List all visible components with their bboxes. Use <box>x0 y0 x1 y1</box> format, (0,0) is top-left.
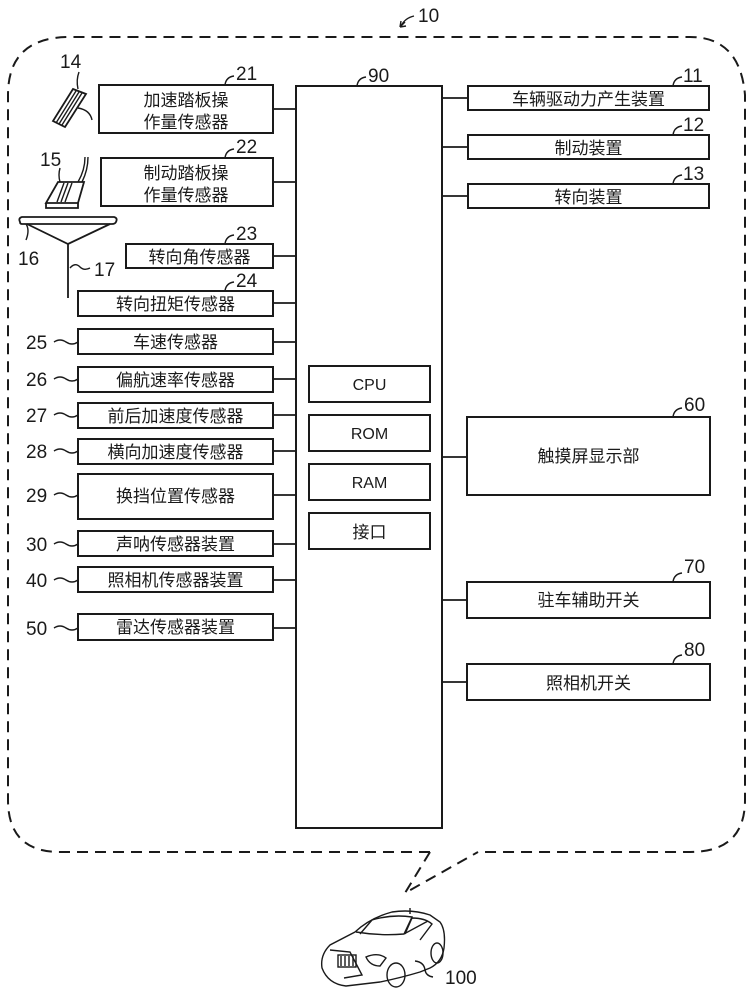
ref-label-60: 60 <box>684 395 705 416</box>
input-29: 换挡位置传感器 29 <box>26 473 296 520</box>
ref-label-30: 30 <box>26 535 47 556</box>
output-label-13: 转向装置 <box>555 188 623 208</box>
output-label-80: 照相机开关 <box>546 674 631 694</box>
output-label-11: 车辆驱动力产生装置 <box>512 90 665 110</box>
output-80: 照相机开关 80 <box>442 640 711 701</box>
ref-label-16: 16 <box>18 249 39 270</box>
input-label-40: 照相机传感器装置 <box>108 571 244 591</box>
output-70: 驻车辅助开关 70 <box>442 557 711 619</box>
input-label-26: 偏航速率传感器 <box>116 371 235 391</box>
ecu-block: 90 CPU ROM RAM 接口 <box>295 66 443 829</box>
ref-label-13: 13 <box>683 164 704 185</box>
ref-label-11: 11 <box>683 66 703 87</box>
ref-label-21: 21 <box>236 64 257 85</box>
output-label-12: 制动装置 <box>555 139 623 159</box>
steering-wheel-icon: 16 17 <box>18 216 118 298</box>
cpu-label: CPU <box>353 377 387 394</box>
input-label-29: 换挡位置传感器 <box>116 487 235 507</box>
input-26: 偏航速率传感器 26 <box>26 366 296 393</box>
input-label-50: 雷达传感器装置 <box>116 618 235 638</box>
input-label-22-line1: 制动踏板操 <box>144 164 229 184</box>
ref-label-26: 26 <box>26 370 47 391</box>
output-label-70: 驻车辅助开关 <box>538 591 640 611</box>
input-27: 前后加速度传感器 27 <box>26 402 296 429</box>
ecu-box <box>295 85 443 829</box>
leader-line <box>356 76 367 87</box>
output-label-60: 触摸屏显示部 <box>538 447 640 467</box>
output-11: 车辆驱动力产生装置 11 <box>442 66 710 111</box>
input-50: 雷达传感器装置 50 <box>26 613 296 641</box>
output-13: 转向装置 13 <box>442 164 710 209</box>
ref-label-10: 10 <box>418 6 439 27</box>
input-label-24: 转向扭矩传感器 <box>116 295 235 315</box>
ref-label-90: 90 <box>368 66 389 87</box>
block-diagram: 10 90 CPU ROM RAM 接口 加速踏板操 作量传感器 21 制动踏板… <box>7 6 746 989</box>
input-23: 转向角传感器 23 <box>125 224 296 269</box>
ref-label-15: 15 <box>40 150 61 171</box>
ref-label-50: 50 <box>26 619 47 640</box>
input-22: 制动踏板操 作量传感器 22 <box>100 137 296 207</box>
input-label-21-line1: 加速踏板操 <box>144 91 229 111</box>
input-40: 照相机传感器装置 40 <box>26 566 296 593</box>
input-label-27: 前后加速度传感器 <box>108 407 244 427</box>
input-28: 横向加速度传感器 28 <box>26 438 296 465</box>
ref-label-29: 29 <box>26 486 47 507</box>
ref-label-24: 24 <box>236 271 258 292</box>
input-label-23: 转向角传感器 <box>149 248 251 268</box>
interface-label: 接口 <box>353 523 387 543</box>
input-label-28: 横向加速度传感器 <box>108 443 244 463</box>
input-label-22-line2: 作量传感器 <box>144 186 229 206</box>
ref-label-80: 80 <box>684 640 705 661</box>
ref-label-28: 28 <box>26 442 47 463</box>
ref-label-100: 100 <box>445 968 477 989</box>
ref-label-12: 12 <box>683 115 704 136</box>
input-30: 声呐传感器装置 30 <box>26 530 296 557</box>
ref-label-40: 40 <box>26 571 47 592</box>
brake-pedal-icon: 15 <box>40 150 89 209</box>
arrow-icon <box>399 15 415 28</box>
input-label-30: 声呐传感器装置 <box>116 535 235 555</box>
ref-label-17: 17 <box>94 260 115 281</box>
output-12: 制动装置 12 <box>442 115 710 160</box>
input-label-21-line2: 作量传感器 <box>144 113 229 133</box>
ref-label-14: 14 <box>60 52 82 73</box>
output-60: 触摸屏显示部 60 <box>442 395 711 496</box>
ram-label: RAM <box>352 475 388 492</box>
ref-label-27: 27 <box>26 406 47 427</box>
accelerator-pedal-icon: 14 <box>51 52 93 129</box>
ref-label-25: 25 <box>26 333 47 354</box>
boundary-pointer <box>402 851 479 896</box>
vehicle-icon: 100 <box>320 908 477 989</box>
input-21: 加速踏板操 作量传感器 21 <box>98 64 296 134</box>
system-reference: 10 <box>399 6 439 28</box>
ref-label-70: 70 <box>684 557 705 578</box>
ref-label-22: 22 <box>236 137 257 158</box>
ref-label-23: 23 <box>236 224 257 245</box>
rom-label: ROM <box>351 426 388 443</box>
input-label-25: 车速传感器 <box>133 333 218 353</box>
input-25: 车速传感器 25 <box>26 328 296 355</box>
